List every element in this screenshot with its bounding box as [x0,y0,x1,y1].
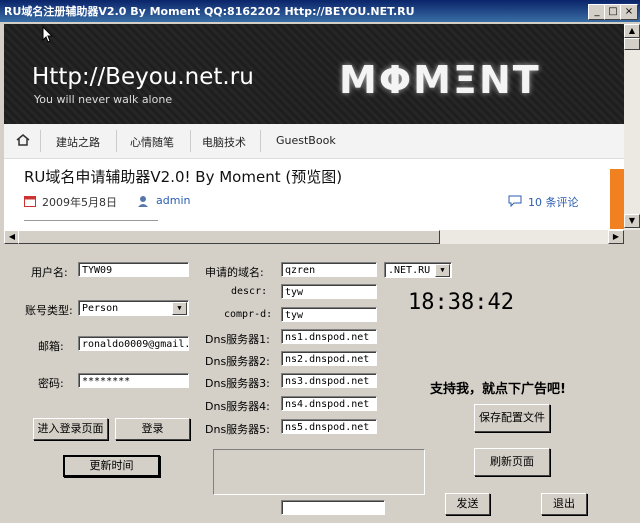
close-button[interactable]: × [620,4,638,20]
nav-divider [260,130,261,152]
moment-logo: MΦMΞNT [339,58,541,102]
post-divider [24,220,158,221]
tld-select[interactable]: .NET.RU ▼ [384,262,452,278]
dns4-label: Dns服务器4: [205,400,270,413]
post-comments[interactable]: 10 条评论 [528,194,579,210]
descr-label: descr: [231,286,268,297]
title-bar: RU域名注册辅助器V2.0 By Moment QQ:8162202 Http:… [0,0,640,22]
account-type-select[interactable]: Person ▼ [78,300,189,316]
exit-button[interactable]: 退出 [541,493,587,515]
password-input[interactable]: ******** [78,373,189,388]
email-label: 邮箱: [38,340,64,353]
descr-input[interactable]: tyw [281,284,377,299]
dns3-label: Dns服务器3: [205,377,270,390]
nav-item-xinqing[interactable]: 心情随笔 [130,134,174,150]
dns5-input[interactable]: ns5.dnspod.net [281,419,377,434]
enter-login-page-button[interactable]: 进入登录页面 [33,418,108,440]
site-nav: 建站之路 心情随笔 电脑技术 GuestBook [4,124,626,159]
calendar-icon [24,196,36,207]
dns4-input[interactable]: ns4.dnspod.net [281,396,377,411]
browser-view[interactable]: Http://Beyou.net.ru You will never walk … [4,24,626,230]
scroll-thumb[interactable] [624,38,640,50]
username-label: 用户名: [31,266,68,279]
tld-value: .NET.RU [388,265,431,276]
refresh-page-button[interactable]: 刷新页面 [474,448,550,476]
nav-divider [190,130,191,152]
compr-input[interactable]: tyw [281,307,377,322]
email-input[interactable]: ronaldo0009@gmail.c [78,336,189,351]
site-banner: Http://Beyou.net.ru You will never walk … [4,24,626,124]
save-config-button[interactable]: 保存配置文件 [474,404,550,432]
chevron-down-icon[interactable]: ▼ [172,302,187,315]
site-title[interactable]: Http://Beyou.net.ru [32,64,254,90]
dns1-label: Dns服务器1: [205,333,270,346]
horizontal-scrollbar[interactable]: ◀ ▶ [4,230,624,244]
user-icon [138,196,148,207]
login-button[interactable]: 登录 [115,418,190,440]
dns1-input[interactable]: ns1.dnspod.net [281,329,377,344]
scroll-up-icon[interactable]: ▲ [624,24,640,38]
post-author[interactable]: admin [156,194,190,207]
dns3-input[interactable]: ns3.dnspod.net [281,373,377,388]
dns2-label: Dns服务器2: [205,355,270,368]
vertical-scrollbar[interactable]: ▲ ▼ [624,24,640,230]
password-label: 密码: [38,377,64,390]
window-title: RU域名注册辅助器V2.0 By Moment QQ:8162202 Http:… [4,5,415,18]
site-subtitle: You will never walk alone [34,93,173,106]
post-date: 2009年5月8日 [42,196,117,209]
username-input[interactable]: TYW09 [78,262,189,277]
nav-divider [40,130,41,152]
dns5-label: Dns服务器5: [205,423,270,436]
support-text: 支持我，就点下广告吧! [430,382,566,397]
scroll-down-icon[interactable]: ▼ [624,214,640,228]
nav-divider [116,130,117,152]
nav-item-jianzhan[interactable]: 建站之路 [56,134,100,150]
clock-display: 18:38:42 [408,290,514,315]
send-button[interactable]: 发送 [445,493,490,515]
log-textarea[interactable] [213,449,425,495]
home-icon[interactable] [16,134,30,146]
scroll-right-icon[interactable]: ▶ [608,230,624,244]
send-input[interactable] [281,500,385,515]
refresh-time-button[interactable]: 更新时间 [63,455,160,477]
nav-item-guestbook[interactable]: GuestBook [276,134,336,147]
nav-item-diannao[interactable]: 电脑技术 [202,134,246,150]
domain-input[interactable]: qzren [281,262,377,277]
compr-label: compr-d: [224,309,273,320]
scroll-thumb[interactable] [18,230,440,244]
account-type-value: Person [82,303,119,314]
comment-icon [508,195,522,207]
account-type-label: 账号类型: [25,304,73,317]
post-title[interactable]: RU域名申请辅助器V2.0! By Moment (预览图) [24,166,342,187]
chevron-down-icon[interactable]: ▼ [435,264,450,277]
dns2-input[interactable]: ns2.dnspod.net [281,351,377,366]
domain-label: 申请的域名: [205,266,264,279]
cursor-icon [42,26,54,43]
